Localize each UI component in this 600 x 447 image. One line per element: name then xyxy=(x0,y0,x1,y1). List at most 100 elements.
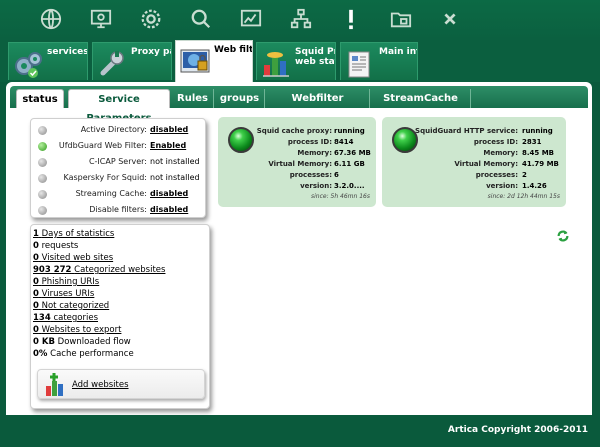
stat-number: 0 xyxy=(33,289,39,299)
search-icon[interactable] xyxy=(188,6,214,32)
squid-uptime: since: 5h 46mn 16s xyxy=(311,193,370,200)
squidguard-service-box: SquidGuard HTTP service: running process… xyxy=(382,117,566,207)
squidguard-row: SquidGuard HTTP service: running xyxy=(382,127,566,137)
service-label: processes: xyxy=(475,171,518,179)
tab-webfilter-databases[interactable]: Webfilter databases xyxy=(266,89,370,123)
status-label: UfdbGuard Web Filter: xyxy=(58,141,147,150)
stat-text: Categorized websites xyxy=(74,265,166,275)
status-row-ufdbguard: UfdbGuard Web Filter: Enabled xyxy=(31,139,207,153)
stat-text: requests xyxy=(41,241,79,251)
service-value: 6 xyxy=(334,171,339,179)
tab-web-filtering[interactable]: Web filterin xyxy=(175,40,253,82)
status-label: Disable filters: xyxy=(89,205,147,214)
tab-proxy-parameters[interactable]: Proxy para xyxy=(92,42,172,80)
stat-phishing-uris[interactable]: 0 Phishing URIs xyxy=(33,277,99,289)
stat-number: 0 KB xyxy=(33,337,55,347)
stat-websites-to-export[interactable]: 0 Websites to export xyxy=(33,325,121,337)
webfilter-icon xyxy=(180,49,210,73)
squidguard-row: processes: 2 xyxy=(382,171,566,181)
squidguard-row: Memory: 8.45 MB xyxy=(382,149,566,159)
service-value: 8414 xyxy=(334,138,354,146)
network-icon[interactable] xyxy=(288,6,314,32)
chart-icon[interactable] xyxy=(238,6,264,32)
add-websites-button[interactable]: Add websites xyxy=(37,369,205,399)
stat-visited-websites[interactable]: 0 Visited web sites xyxy=(33,253,113,265)
folder-icon[interactable] xyxy=(388,6,414,32)
ufdbguard-link[interactable]: Enabled xyxy=(150,141,186,150)
stat-text: categories xyxy=(53,313,99,323)
stat-text: Cache performance xyxy=(50,349,134,359)
status-label: C-ICAP Server: xyxy=(88,157,147,166)
tab-main-interface[interactable]: Main interf xyxy=(340,42,418,80)
stat-viruses-uris[interactable]: 0 Viruses URIs xyxy=(33,289,94,301)
status-label: Streaming Cache: xyxy=(75,189,147,198)
service-value: 6.11 GB xyxy=(334,160,365,168)
stat-number: 0 xyxy=(33,253,39,263)
disable-filters-link[interactable]: disabled xyxy=(150,205,188,214)
status-row-cicap: C-ICAP Server: not installed xyxy=(31,155,207,169)
streaming-cache-link[interactable]: disabled xyxy=(150,189,188,198)
tab-service-parameters[interactable]: Service Parameters xyxy=(68,89,170,124)
service-value: 2 xyxy=(522,171,527,179)
stat-requests: 0 requests xyxy=(33,241,78,253)
stat-categorized-websites[interactable]: 903 272 Categorized websites xyxy=(33,265,165,277)
stat-not-categorized[interactable]: 0 Not categorized xyxy=(33,301,109,313)
status-gray-icon xyxy=(38,126,47,135)
service-value: 41.79 MB xyxy=(522,160,559,168)
tab-rules[interactable]: Rules xyxy=(172,89,214,108)
tab-status[interactable]: status xyxy=(16,89,64,108)
squid-row: Squid cache proxy: running xyxy=(218,127,376,137)
monitor-icon[interactable] xyxy=(88,6,114,32)
status-gray-icon xyxy=(38,174,47,183)
squid-row: processes: 6 xyxy=(218,171,376,181)
stat-number: 134 xyxy=(33,313,51,323)
copyright: Artica Copyright 2006-2011 xyxy=(447,425,588,435)
footer: Artica Copyright 2006-2011 xyxy=(0,415,600,447)
service-value: 8.45 MB xyxy=(522,149,555,157)
status-gray-icon xyxy=(38,206,47,215)
squid-service-box: Squid cache proxy: running process ID: 8… xyxy=(218,117,376,207)
active-directory-link[interactable]: disabled xyxy=(150,125,188,134)
status-label: Active Directory: xyxy=(80,125,147,134)
service-value: running xyxy=(334,127,365,135)
service-label: Virtual Memory: xyxy=(454,160,518,168)
stat-text: Days of statistics xyxy=(41,229,115,239)
service-value: 3.2.0.... xyxy=(334,182,365,190)
close-icon[interactable] xyxy=(437,6,463,32)
status-value: not installed xyxy=(150,173,200,182)
service-label: processes: xyxy=(289,171,332,179)
tab-label: Web filterin xyxy=(214,45,253,55)
document-icon xyxy=(348,51,370,78)
tab-squid-proxy-web-statistics[interactable]: Squid Prox web statis xyxy=(256,42,336,80)
stat-text: Not categorized xyxy=(41,301,110,311)
stat-number: 903 272 xyxy=(33,265,72,275)
status-label: Kaspersky For Squid: xyxy=(63,173,147,182)
stat-text: Websites to export xyxy=(41,325,122,335)
statistics-box: 1 Days of statistics 0 requests 0 Visite… xyxy=(30,224,210,409)
stat-cache-performance: 0% Cache performance xyxy=(33,349,134,361)
stat-number: 0% xyxy=(33,349,48,359)
globe-icon[interactable] xyxy=(38,6,64,32)
tab-label: services s xyxy=(47,47,88,57)
stat-days[interactable]: 1 Days of statistics xyxy=(33,229,114,241)
status-row-kaspersky: Kaspersky For Squid: not installed xyxy=(31,171,207,185)
refresh-icon[interactable] xyxy=(556,229,570,243)
squidguard-row: Virtual Memory: 41.79 MB xyxy=(382,160,566,170)
stat-text: Visited web sites xyxy=(41,253,114,263)
service-label: SquidGuard HTTP service: xyxy=(415,127,518,135)
stat-number: 0 xyxy=(33,325,39,335)
sub-tabs: status Service Parameters Rules groups W… xyxy=(10,86,588,124)
service-label: Squid cache proxy: xyxy=(256,127,332,135)
stat-categories[interactable]: 134 categories xyxy=(33,313,98,325)
gear-icon[interactable] xyxy=(138,6,164,32)
stat-text: Phishing URIs xyxy=(41,277,100,287)
status-value: not installed xyxy=(150,157,200,166)
tab-services[interactable]: services s xyxy=(8,42,88,80)
service-label: process ID: xyxy=(473,138,518,146)
stat-number: 0 xyxy=(33,241,39,251)
tab-groups[interactable]: groups xyxy=(215,89,265,108)
alert-icon[interactable] xyxy=(338,6,364,32)
stat-number: 1 xyxy=(33,229,39,239)
service-status-box: Active Directory: disabled UfdbGuard Web… xyxy=(30,118,206,218)
tab-streamcache-status[interactable]: StreamCache status xyxy=(371,89,471,123)
